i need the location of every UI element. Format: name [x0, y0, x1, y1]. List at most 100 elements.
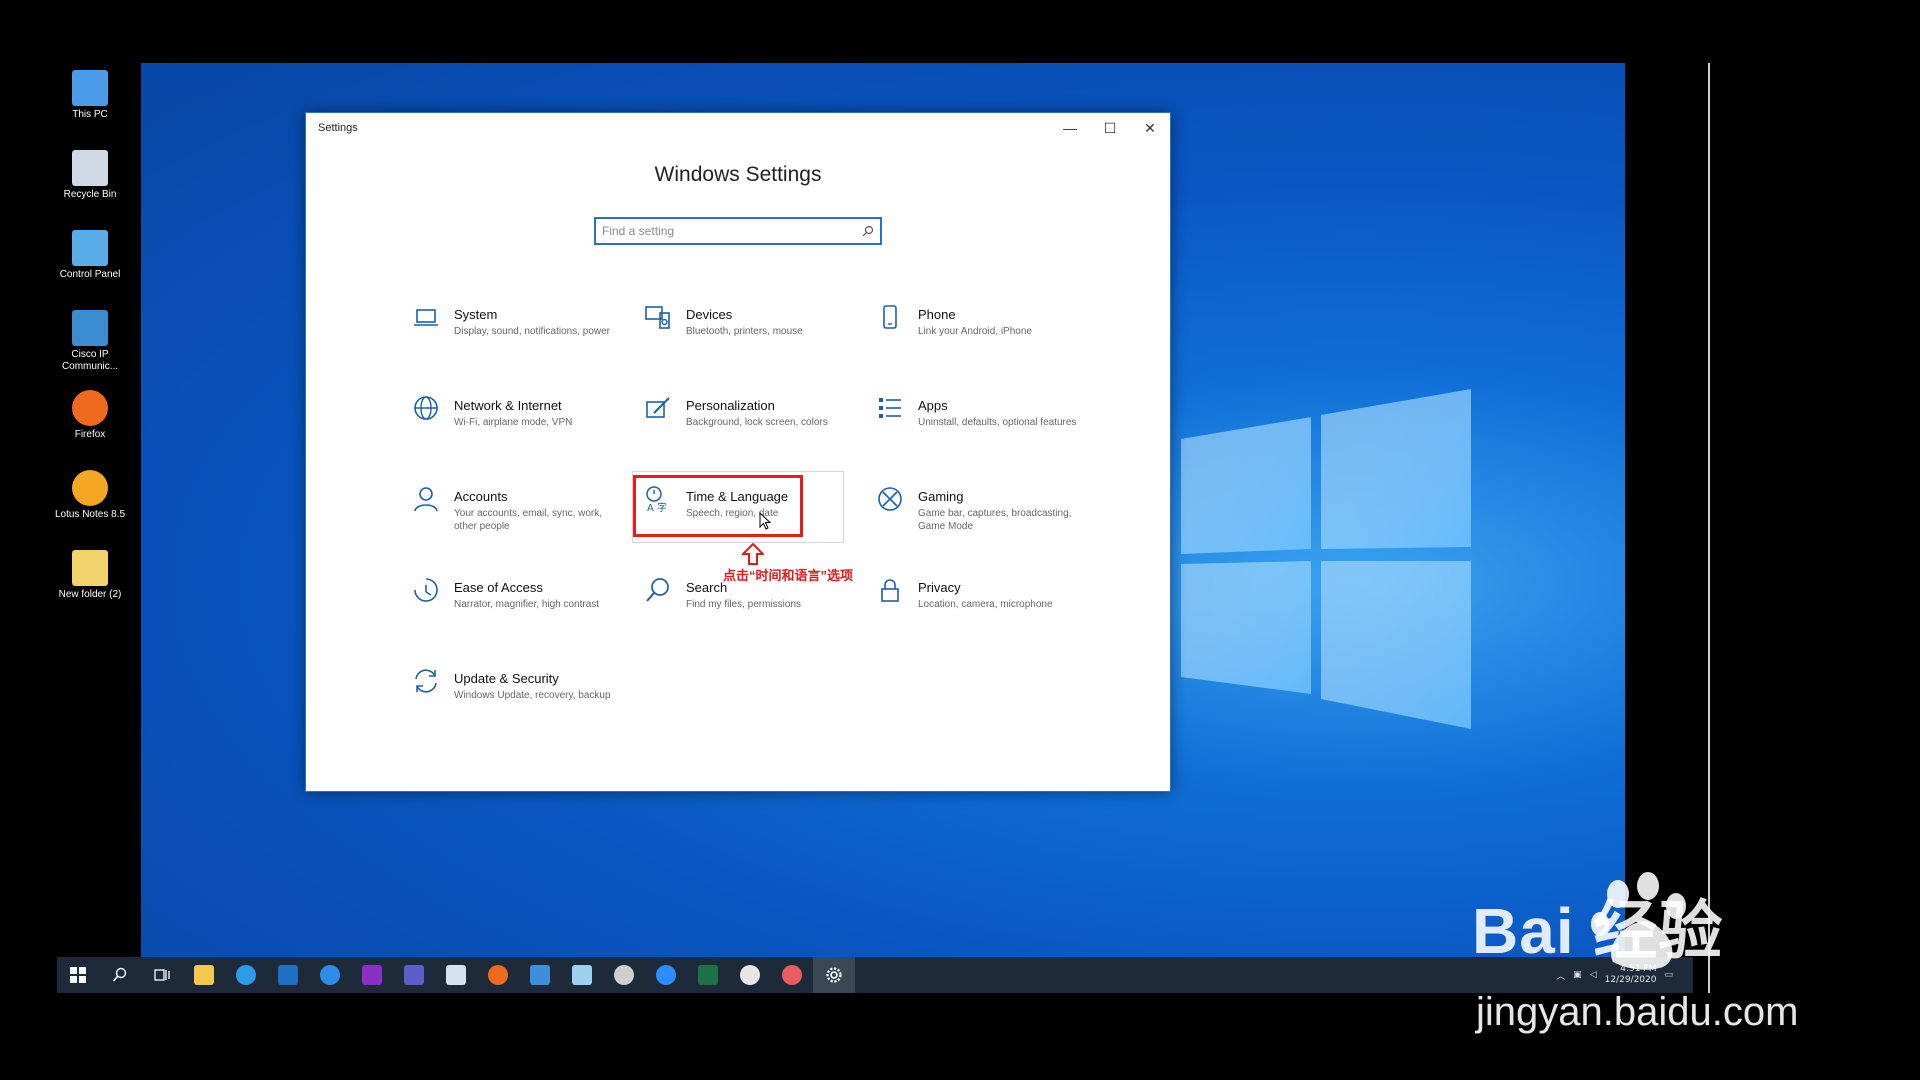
tile-apps[interactable]: Apps Uninstall, defaults, optional featu… — [876, 394, 1086, 466]
watermark-brand: Bai 经验 — [1472, 895, 1724, 967]
taskbar-settings[interactable] — [813, 957, 855, 993]
taskbar-teams[interactable] — [393, 957, 435, 993]
file-explorer-icon — [194, 965, 214, 985]
tile-description: Uninstall, defaults, optional features — [918, 417, 1077, 428]
taskbar-outlook[interactable] — [267, 957, 309, 993]
taskbar-snipping[interactable] — [771, 957, 813, 993]
tile-title: Accounts — [454, 489, 508, 504]
desktop-icon-label: Lotus Notes 8.5 — [54, 509, 126, 520]
taskbar-file-explorer[interactable] — [183, 957, 225, 993]
cisco-ip-communicator-icon — [72, 310, 108, 346]
tile-description: Background, lock screen, colors — [686, 417, 828, 428]
taskbar: ︿ ▣ ◁ 4:51 PM 12/29/2020 ▭ — [57, 957, 1693, 993]
desktop-icon-label: This PC — [72, 109, 108, 120]
tile-title: Search — [686, 580, 728, 595]
taskbar-excel[interactable] — [687, 957, 729, 993]
teams-icon — [404, 965, 424, 985]
maximize-button[interactable]: ☐ — [1090, 113, 1130, 143]
tile-description: Your accounts, email, sync, work, other … — [454, 508, 603, 532]
close-button[interactable]: ✕ — [1130, 113, 1170, 143]
desktop-icon-label: New folder (2) — [58, 589, 122, 600]
keyboard-speaker-icon — [644, 303, 674, 333]
tile-description: Wi-Fi, airplane mode, VPN — [454, 417, 573, 428]
tile-description: Find my files, permissions — [686, 599, 802, 610]
tile-title: System — [454, 307, 498, 322]
desktop-icon-recycle-bin[interactable]: Recycle Bin — [50, 150, 130, 201]
tile-network-internet[interactable]: Network & Internet Wi-Fi, airplane mode,… — [412, 394, 622, 466]
edge-icon — [320, 965, 340, 985]
taskbar-paint[interactable] — [729, 957, 771, 993]
taskbar-contacts[interactable] — [519, 957, 561, 993]
tile-description: Narrator, magnifier, high contrast — [454, 599, 600, 610]
start-icon — [70, 967, 86, 983]
tile-accounts[interactable]: Accounts Your accounts, email, sync, wor… — [412, 485, 622, 557]
tile-description: Windows Update, recovery, backup — [454, 690, 611, 701]
settings-window: Settings — ☐ ✕ Windows Settings System D… — [305, 112, 1171, 792]
tile-title: Privacy — [918, 580, 961, 595]
tile-title: Gaming — [918, 489, 964, 504]
tile-ease-of-access[interactable]: Ease of Access Narrator, magnifier, high… — [412, 576, 622, 648]
taskbar-firefox[interactable] — [477, 957, 519, 993]
search-input[interactable] — [602, 224, 862, 238]
desktop-icon-control-panel[interactable]: Control Panel — [50, 230, 130, 281]
desktop-icon-firefox[interactable]: Firefox — [50, 390, 130, 441]
minimize-button[interactable]: — — [1050, 113, 1090, 143]
ease-of-access-icon — [412, 576, 442, 606]
internet-explorer-icon — [236, 965, 256, 985]
settings-gear-icon — [826, 967, 842, 983]
tile-title: Ease of Access — [454, 580, 543, 595]
control-panel-icon — [72, 230, 108, 266]
tile-update-security[interactable]: Update & Security Windows Update, recove… — [412, 667, 622, 739]
xbox-icon — [876, 485, 906, 515]
taskbar-edge[interactable] — [309, 957, 351, 993]
mouse-cursor-icon — [759, 512, 771, 530]
tile-title: Phone — [918, 307, 956, 322]
tile-description: Bluetooth, printers, mouse — [686, 326, 803, 337]
magnifier-icon — [644, 576, 674, 606]
desktop-icon-lotus-notes[interactable]: Lotus Notes 8.5 — [50, 470, 130, 521]
tile-title: Apps — [918, 398, 948, 413]
taskbar-internet-explorer[interactable] — [225, 957, 267, 993]
search-icon — [862, 225, 874, 237]
search-icon — [112, 967, 127, 982]
taskbar-notepad[interactable] — [561, 957, 603, 993]
tile-title: Personalization — [686, 398, 775, 413]
taskbar-app-spiral[interactable] — [603, 957, 645, 993]
laptop-icon — [412, 303, 442, 333]
sync-arrows-icon — [412, 667, 442, 697]
person-icon — [412, 485, 442, 515]
tile-description: Link your Android, iPhone — [918, 326, 1032, 337]
desktop-icon-new-folder[interactable]: New folder (2) — [50, 550, 130, 601]
clock-date: 12/29/2020 — [1604, 975, 1657, 985]
desktop-icon-label: Recycle Bin — [63, 189, 117, 200]
tile-personalization[interactable]: Personalization Background, lock screen,… — [644, 394, 854, 466]
tile-description: Location, camera, microphone — [918, 599, 1053, 610]
taskbar-task-view[interactable] — [141, 957, 183, 993]
page-title: Windows Settings — [654, 163, 822, 186]
tile-search[interactable]: Search Find my files, permissions — [644, 576, 854, 648]
desktop-icon-this-pc[interactable]: This PC — [50, 70, 130, 121]
lock-icon — [876, 576, 906, 606]
computer-icon — [72, 70, 108, 106]
desktop-icon-cisco[interactable]: Cisco IP Communic... — [50, 310, 130, 373]
taskbar-zoom[interactable] — [645, 957, 687, 993]
tile-system[interactable]: System Display, sound, notifications, po… — [412, 303, 622, 375]
title-bar[interactable]: Settings — ☐ ✕ — [306, 113, 1170, 143]
tile-phone[interactable]: Phone Link your Android, iPhone — [876, 303, 1086, 375]
paint-pen-icon — [644, 394, 674, 424]
screen-edge-line — [1708, 63, 1710, 993]
globe-icon — [412, 394, 442, 424]
taskbar-start[interactable] — [57, 957, 99, 993]
notepad-icon — [572, 965, 592, 985]
search-box[interactable] — [594, 217, 882, 245]
annotation-text: 点击“时间和语言”选项 — [723, 568, 854, 583]
taskbar-onenote[interactable] — [351, 957, 393, 993]
taskbar-search[interactable] — [99, 957, 141, 993]
tile-title: Network & Internet — [454, 398, 562, 413]
tile-devices[interactable]: Devices Bluetooth, printers, mouse — [644, 303, 854, 375]
taskbar-remote-desktop[interactable] — [435, 957, 477, 993]
desktop-icon-label: Control Panel — [59, 269, 121, 280]
tile-gaming[interactable]: Gaming Game bar, captures, broadcasting,… — [876, 485, 1086, 557]
tile-privacy[interactable]: Privacy Location, camera, microphone — [876, 576, 1086, 648]
watermark-url: jingyan.baidu.com — [1476, 990, 1799, 1034]
